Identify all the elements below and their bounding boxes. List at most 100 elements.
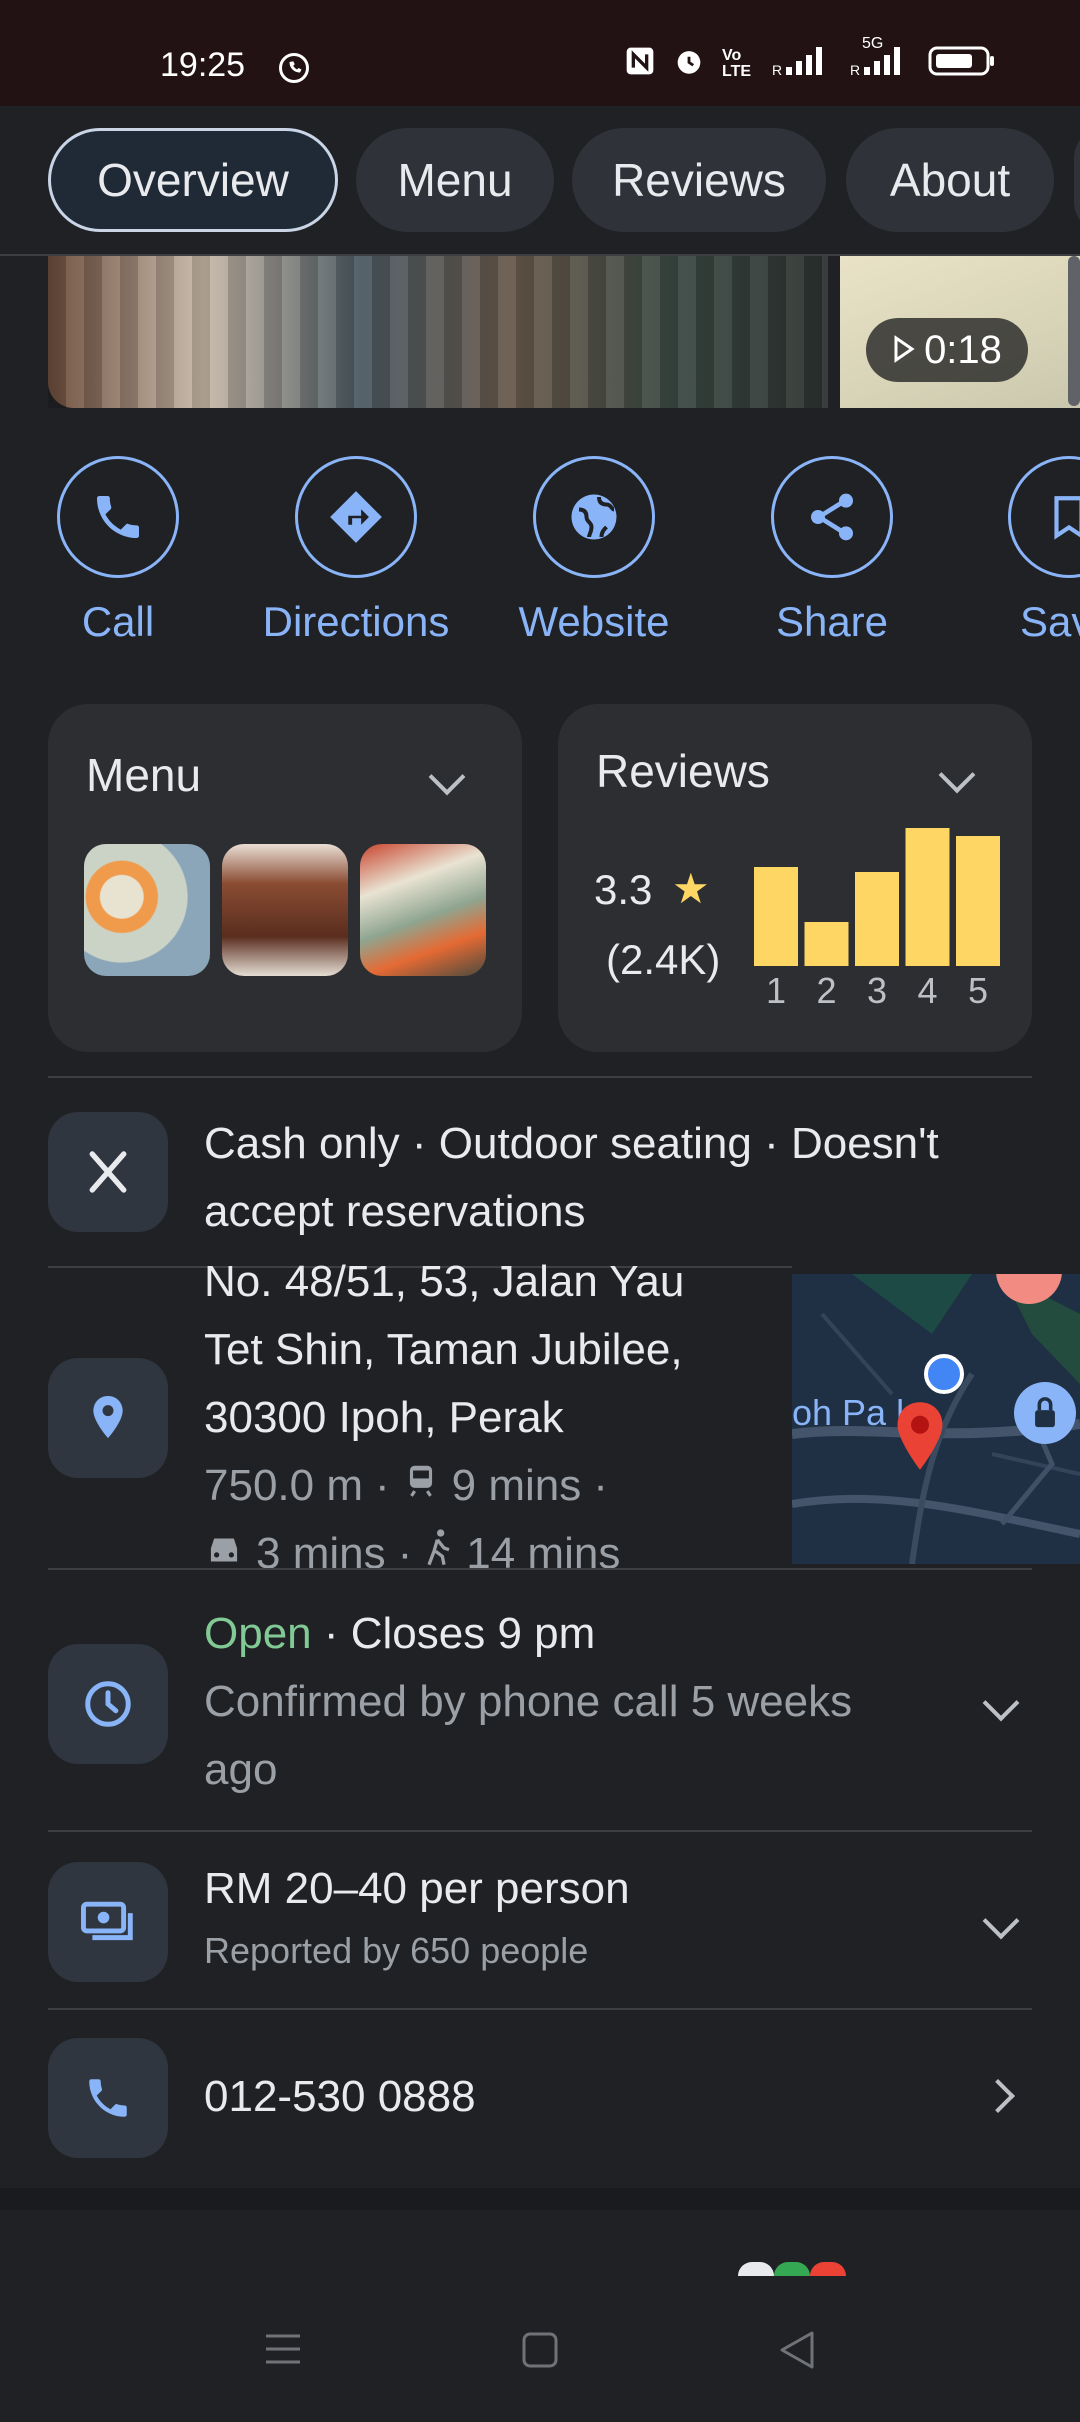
separator: · [593,1461,608,1510]
travel-info: 750.0 m · 9 mins · [204,1452,684,1520]
train-icon [402,1452,440,1520]
address-line: No. 48/51, 53, Jalan Yau [204,1257,685,1306]
status-time: 19:25 [160,46,246,84]
video-duration: 0:18 [924,327,1002,372]
car-icon [204,1520,244,1588]
lock-icon [1014,1382,1076,1444]
phone-number[interactable]: 012-530 0888 [204,2072,476,2122]
hours-status-line: Open · Closes 9 pm [204,1600,852,1668]
address-line: Tet Shin, Taman Jubilee, [204,1325,683,1374]
bookmark-icon [1008,456,1080,578]
divider [48,1076,1032,1078]
tab-about[interactable]: About [846,128,1054,232]
hours-block[interactable]: Open · Closes 9 pm Confirmed by phone ca… [204,1600,852,1804]
location-pin-icon [48,1358,168,1478]
share-button[interactable]: Share [722,456,942,646]
rating-bar-4 [905,828,950,966]
nfc-icon [624,45,656,83]
rating-bar-label: 2 [816,970,837,1011]
tab-more[interactable] [1074,128,1080,232]
chevron-right-icon[interactable] [981,2079,1015,2113]
phone-icon [57,456,179,578]
rating-bar-label: 5 [967,970,989,1011]
tab-menu[interactable]: Menu [356,128,554,232]
place-photo[interactable] [48,256,828,408]
rating-bar-2 [804,922,849,966]
alarm-icon [672,44,706,84]
travel-info: 3 mins · 14 mins [204,1520,684,1588]
separator: · [397,1529,413,1578]
globe-icon [533,456,655,578]
menu-photo[interactable] [360,844,486,976]
phone-icon [48,2038,168,2158]
directions-button[interactable]: Directions [246,456,466,646]
menu-photo[interactable] [222,844,348,976]
call-label: Call [81,598,155,645]
status-icons: Vo LTE R 5G R [624,35,996,84]
restaurant-icon [48,1112,168,1232]
map-preview[interactable]: oh Pa le [792,1274,1080,1564]
tab-overview[interactable]: Overview [48,128,338,232]
save-label: Sav [1020,598,1080,645]
address-block[interactable]: No. 48/51, 53, Jalan Yau Tet Shin, Taman… [204,1248,684,1588]
home-nav-icon[interactable] [522,2332,558,2373]
hours-note: ago [204,1745,278,1794]
walk-time: 14 mins [466,1529,621,1578]
call-button[interactable]: Call [8,456,228,646]
battery-icon [928,45,996,83]
system-nav-bar [0,2280,1080,2400]
chevron-down-icon[interactable] [982,1902,1020,1940]
tab-bar: Overview Menu Reviews About [0,106,1080,256]
chevron-down-icon [428,758,466,796]
menu-photo[interactable] [84,844,210,976]
closing-time: · Closes 9 pm [311,1609,596,1658]
website-button[interactable]: Website [484,456,704,646]
back-nav-icon[interactable] [778,2330,816,2375]
divider [48,1830,1032,1832]
rating-value: 3.3 [594,866,653,913]
rating-bar-label: 1 [765,970,787,1011]
directions-icon [295,456,417,578]
save-button[interactable]: Sav [960,456,1080,646]
whatsapp-icon [276,50,312,91]
rating-distribution [754,828,1000,966]
amenities-text[interactable]: Cash only · Outdoor seating · Doesn't ac… [204,1110,939,1246]
divider [48,2008,1032,2010]
scrollbar[interactable] [1068,256,1080,406]
bottom-sheet-peek [738,2262,848,2276]
star-icon: ★ [672,865,710,912]
my-location-dot [924,1354,964,1394]
open-status: Open [204,1609,312,1658]
amenities-line: Cash only · Outdoor seating · Doesn't [204,1119,939,1168]
rating-bar-3 [855,872,899,966]
review-count: (2.4K) [606,936,721,983]
chevron-down-icon [938,756,976,794]
menu-card[interactable]: Menu [48,704,522,1052]
svg-text:R: R [772,62,782,77]
video-badge: 0:18 [866,318,1028,382]
website-label: Website [518,598,670,645]
svg-text:R: R [850,62,860,77]
money-icon [48,1862,168,1982]
rating-bar-5 [956,836,1000,966]
rating-bar-label: 4 [917,970,938,1011]
red-pin-icon [892,1400,948,1477]
rating-bar-label: 3 [866,970,888,1011]
divider [48,1568,1032,1570]
network-type: 5G [862,35,884,52]
share-icon [771,456,893,578]
price-reported: Reported by 650 people [204,1930,589,1971]
tab-reviews[interactable]: Reviews [572,128,826,232]
chevron-down-icon[interactable] [982,1684,1020,1722]
walk-icon [424,1520,454,1588]
directions-label: Directions [262,598,450,645]
menu-nav-icon[interactable] [264,2332,302,2371]
price-range[interactable]: RM 20–40 per person [204,1864,630,1914]
drive-time: 3 mins [256,1529,386,1578]
volte-icon: Vo LTE [722,47,752,80]
signal-icon: R [772,45,834,83]
play-icon [892,328,916,373]
amenities-line: accept reservations [204,1187,586,1236]
transit-time: 9 mins [451,1461,582,1510]
clock-icon [48,1644,168,1764]
